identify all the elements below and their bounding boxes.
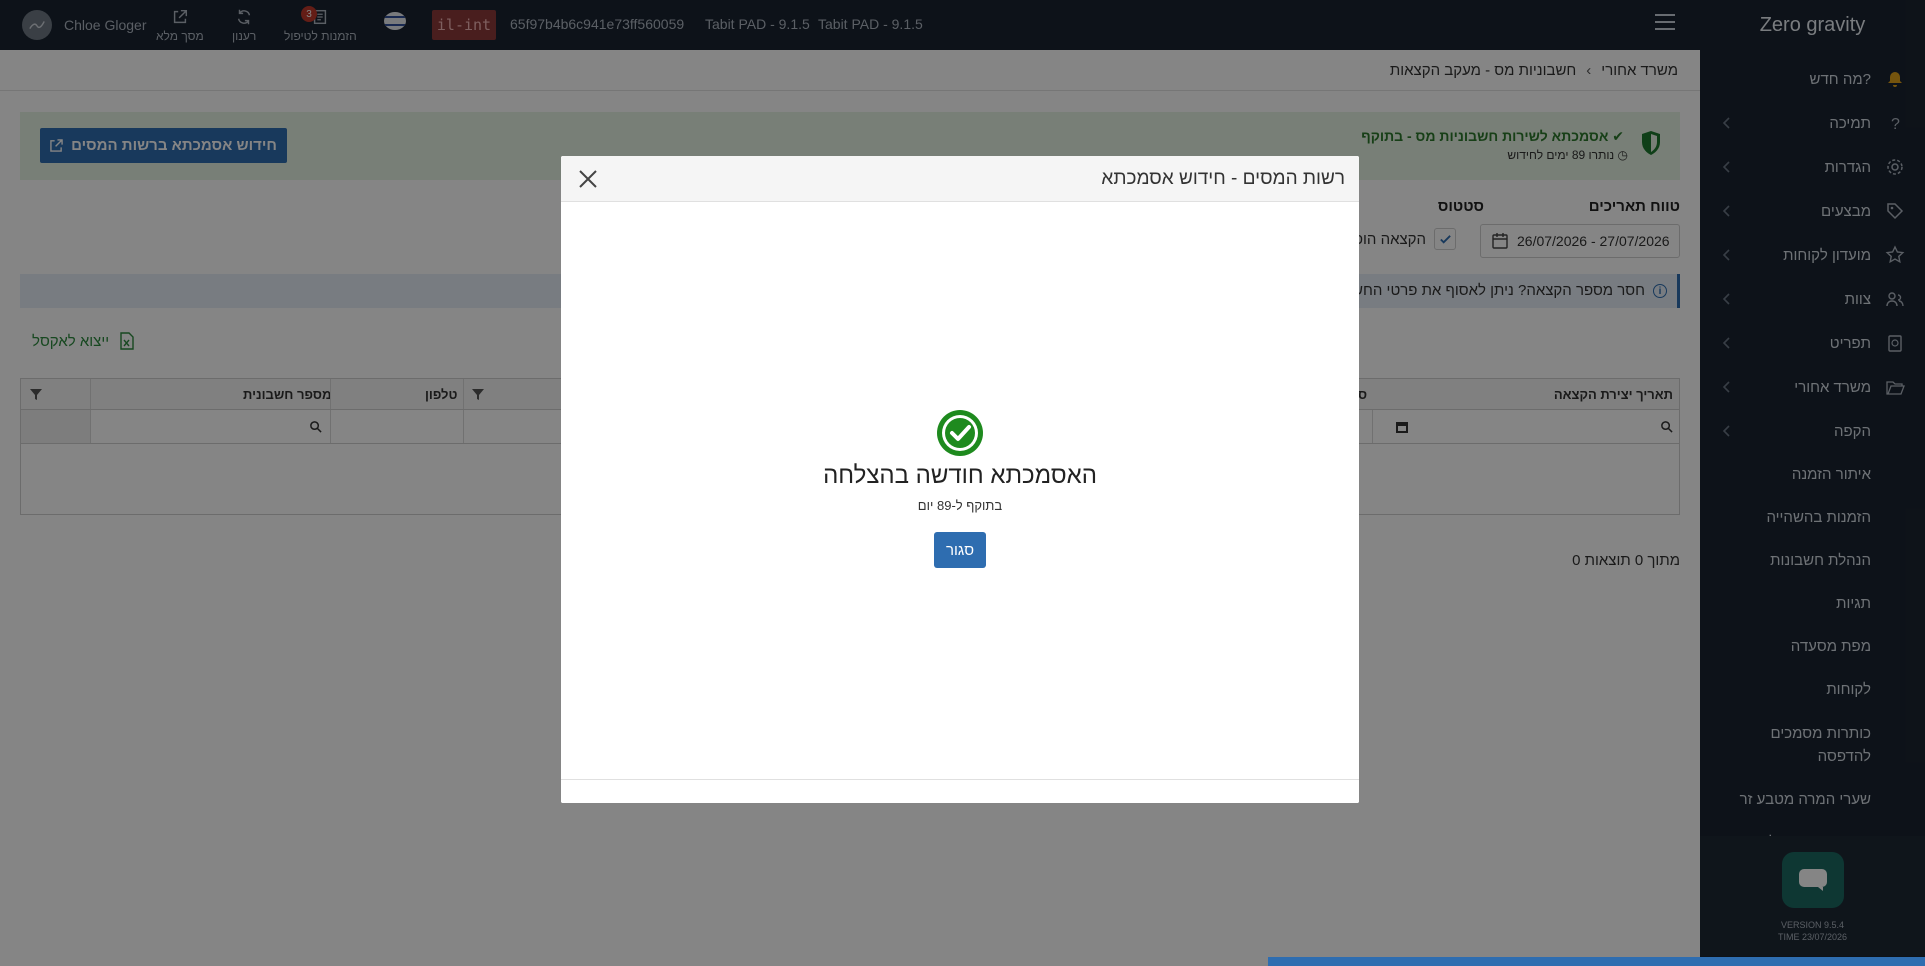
renew-license-dialog: רשות המסים - חידוש אסמכתא האסמכתא חודשה …	[561, 156, 1359, 803]
dialog-header: רשות המסים - חידוש אסמכתא	[561, 156, 1359, 202]
close-button[interactable]: סגור	[934, 532, 986, 568]
dialog-title: רשות המסים - חידוש אסמכתא	[1101, 168, 1345, 189]
dialog-footer	[561, 779, 1359, 803]
close-icon[interactable]	[577, 168, 599, 190]
success-title: האסמכתא חודשה בהצלחה	[823, 462, 1097, 489]
success-check-icon	[937, 410, 983, 456]
progress-bar	[1268, 957, 1925, 966]
success-subtitle: בתוקף ל-89 יום	[917, 498, 1003, 513]
